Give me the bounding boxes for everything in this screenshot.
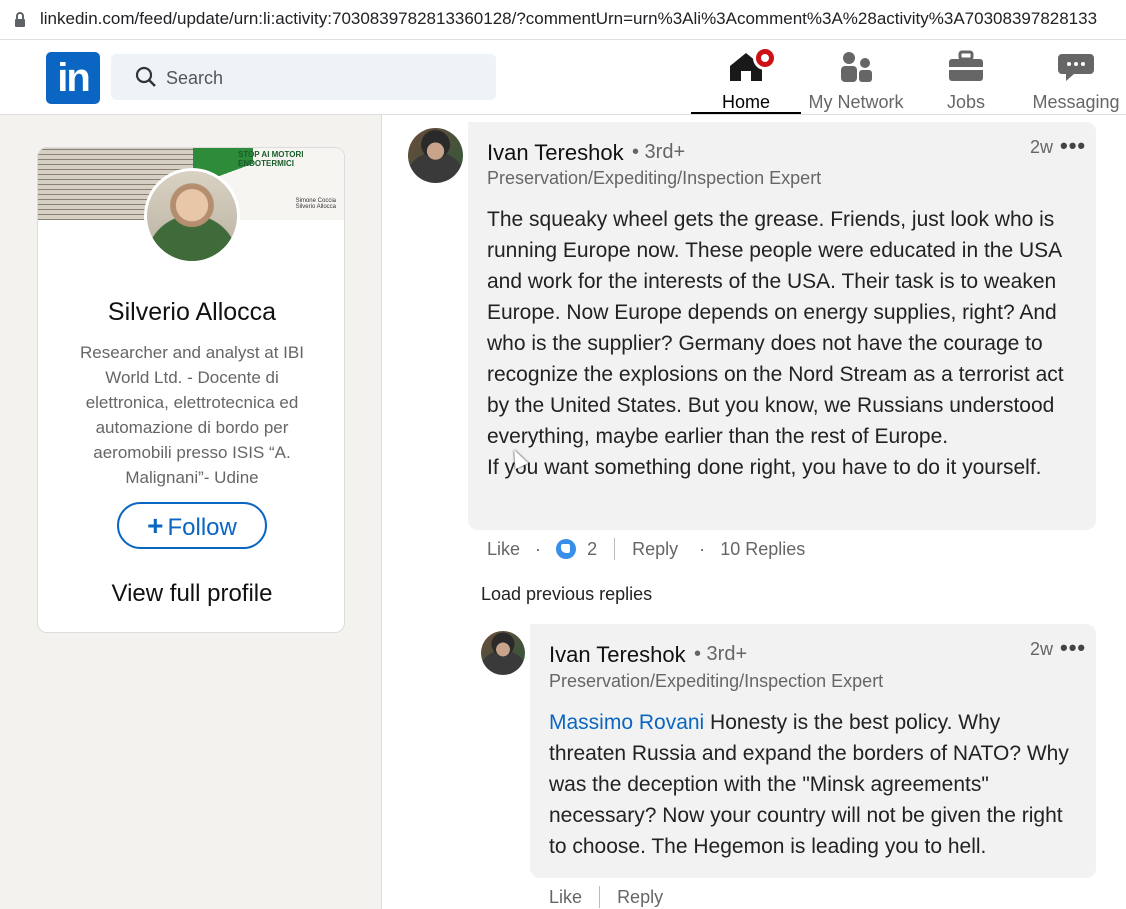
comment-author[interactable]: Ivan Tereshok	[487, 140, 624, 166]
load-previous-replies-button[interactable]: Load previous replies	[481, 584, 652, 605]
comment-reply-button[interactable]: Reply	[632, 539, 678, 560]
nav-jobs-label: Jobs	[946, 92, 986, 112]
like-reaction-icon[interactable]	[556, 539, 577, 560]
comment-like-count[interactable]: 2	[587, 539, 597, 560]
nav-messaging[interactable]: Messaging	[1021, 50, 1126, 114]
briefcase-icon	[949, 50, 983, 81]
profile-avatar[interactable]	[144, 168, 240, 264]
reply-text-block: Massimo Rovani Honesty is the best polic…	[549, 707, 1079, 862]
linkedin-logo[interactable]: in	[46, 52, 100, 104]
reply-mention-link[interactable]: Massimo Rovani	[549, 711, 704, 734]
comment-replies-count[interactable]: 10 Replies	[720, 539, 805, 560]
comment-text: The squeaky wheel gets the grease. Frien…	[487, 208, 1064, 479]
nav-home[interactable]: Home	[691, 46, 801, 114]
comment-time: 2w	[1030, 137, 1054, 157]
browser-address-bar[interactable]: linkedin.com/feed/update/urn:li:activity…	[0, 0, 1126, 40]
reply-like-button[interactable]: Like	[549, 887, 582, 908]
follow-button[interactable]: + Follow	[117, 502, 267, 549]
lock-icon	[15, 12, 25, 27]
separator-dot-2: ·	[699, 538, 706, 559]
reply-actions: Like Reply	[549, 886, 663, 909]
comments-panel: Ivan Tereshok • 3rd+ Preservation/Expedi…	[381, 115, 1126, 909]
nav-my-network-label: My Network	[808, 92, 904, 112]
reply-avatar[interactable]	[481, 631, 525, 675]
reply-time: 2w	[1030, 639, 1054, 659]
banner-title: STOP AI MOTORI ENDOTERMICI	[238, 150, 304, 168]
reply-reply-button[interactable]: Reply	[617, 887, 663, 908]
nav-home-label: Home	[721, 92, 770, 112]
people-icon	[841, 52, 872, 82]
nav-my-network[interactable]: My Network	[801, 50, 911, 114]
comment-degree: • 3rd+	[632, 141, 686, 163]
nav-messaging-label: Messaging	[1032, 92, 1120, 112]
profile-card: STOP AI MOTORI ENDOTERMICI Simone Coccia…	[37, 147, 345, 633]
url-text[interactable]: linkedin.com/feed/update/urn:li:activity…	[40, 9, 1126, 29]
comment-like-button[interactable]: Like	[487, 539, 520, 560]
notification-badge	[753, 46, 777, 70]
divider	[614, 538, 616, 561]
search-box[interactable]: Search	[111, 54, 496, 100]
reply-author[interactable]: Ivan Tereshok	[549, 642, 686, 668]
view-full-profile-link[interactable]: View full profile	[38, 580, 344, 608]
profile-name[interactable]: Silverio Allocca	[38, 298, 344, 327]
top-nav: in Search Home My Network Jobs Messaging	[0, 40, 1126, 115]
message-icon	[1058, 54, 1094, 81]
nav-jobs[interactable]: Jobs	[911, 50, 1021, 114]
reply-degree: • 3rd+	[694, 643, 748, 665]
divider	[599, 886, 601, 909]
comment-more-icon[interactable]: •••	[1060, 133, 1086, 159]
comment-headline: Preservation/Expediting/Inspection Exper…	[487, 168, 822, 188]
follow-label: Follow	[167, 514, 237, 541]
reply-headline: Preservation/Expediting/Inspection Exper…	[549, 671, 884, 691]
commenter-avatar[interactable]	[408, 128, 463, 183]
plus-icon: +	[147, 510, 164, 541]
profile-description: Researcher and analyst at IBI World Ltd.…	[80, 343, 304, 487]
banner-names: Simone Coccia Silverio Allocca	[295, 198, 336, 210]
search-input[interactable]: Search	[166, 68, 223, 89]
separator-dot: ·	[535, 538, 542, 559]
comment-actions: Like · 2 Reply · 10 Replies	[487, 538, 805, 561]
reply-more-icon[interactable]: •••	[1060, 635, 1086, 661]
search-icon	[135, 66, 156, 87]
